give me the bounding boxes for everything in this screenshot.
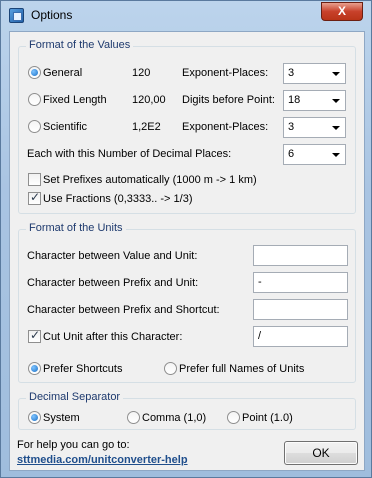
separator-point-label[interactable]: Point (1.0): [242, 412, 293, 424]
cut-unit-value: /: [258, 330, 262, 342]
set-prefixes-checkbox[interactable]: [28, 173, 41, 186]
scientific-radio[interactable]: [28, 120, 41, 133]
fixed-length-example: 120,00: [132, 94, 166, 106]
prefix-unit-label: Character between Prefix and Unit:: [27, 277, 199, 289]
separator-comma-radio[interactable]: [127, 411, 140, 424]
general-exponent-value: 3: [288, 67, 295, 79]
digits-before-point-select[interactable]: 18: [283, 90, 346, 111]
ok-button[interactable]: OK: [284, 441, 358, 465]
scientific-example: 1,2E2: [132, 121, 161, 133]
options-dialog: Options X Format of the Values General 1…: [0, 0, 372, 478]
chevron-down-icon: [332, 153, 340, 157]
value-unit-label: Character between Value and Unit:: [27, 250, 198, 262]
set-prefixes-label[interactable]: Set Prefixes automatically (1000 m -> 1 …: [43, 174, 257, 186]
separator-group-title: Decimal Separator: [26, 391, 124, 403]
general-radio[interactable]: [28, 66, 41, 79]
prefix-shortcut-input[interactable]: [253, 299, 348, 320]
general-example: 120: [132, 67, 151, 79]
window-title: Options: [31, 8, 73, 22]
cut-unit-checkbox[interactable]: [28, 328, 41, 343]
prefer-full-names-label[interactable]: Prefer full Names of Units: [179, 363, 304, 375]
prefer-shortcuts-label[interactable]: Prefer Shortcuts: [43, 363, 122, 375]
separator-group: Decimal Separator System Comma (1,0) Poi…: [18, 391, 356, 430]
prefix-unit-input[interactable]: -: [253, 272, 348, 293]
use-fractions-checkbox[interactable]: [28, 190, 41, 205]
app-icon: [9, 8, 24, 23]
prefer-shortcuts-radio[interactable]: [28, 362, 41, 375]
chevron-down-icon: [332, 99, 340, 103]
value-unit-input[interactable]: [253, 245, 348, 266]
use-fractions-label[interactable]: Use Fractions (0,3333.. -> 1/3): [43, 193, 192, 205]
scientific-exponent-select[interactable]: 3: [283, 117, 346, 138]
general-exponent-select[interactable]: 3: [283, 63, 346, 84]
scientific-setting-label: Exponent-Places:: [182, 121, 269, 133]
scientific-exponent-value: 3: [288, 121, 295, 133]
help-text: For help you can go to:: [17, 439, 130, 451]
title-bar[interactable]: Options X: [1, 1, 371, 31]
chevron-down-icon: [332, 126, 340, 130]
values-group-title: Format of the Values: [26, 39, 134, 51]
digits-before-point-value: 18: [288, 94, 301, 106]
chevron-down-icon: [332, 72, 340, 76]
values-group: Format of the Values General 120 Exponen…: [18, 39, 356, 214]
decimal-places-value: 6: [288, 148, 295, 160]
decimal-places-label: Each with this Number of Decimal Places:: [27, 148, 232, 160]
decimal-places-select[interactable]: 6: [283, 144, 346, 165]
prefix-shortcut-label: Character between Prefix and Shortcut:: [27, 304, 220, 316]
fixed-length-setting-label: Digits before Point:: [182, 94, 275, 106]
separator-system-radio[interactable]: [28, 411, 41, 424]
separator-comma-label[interactable]: Comma (1,0): [142, 412, 206, 424]
units-group: Format of the Units Character between Va…: [18, 222, 356, 383]
separator-point-radio[interactable]: [227, 411, 240, 424]
units-group-title: Format of the Units: [26, 222, 126, 234]
prefer-full-names-radio[interactable]: [164, 362, 177, 375]
dialog-content: Format of the Values General 120 Exponen…: [9, 31, 365, 471]
fixed-length-radio[interactable]: [28, 93, 41, 106]
cut-unit-label[interactable]: Cut Unit after this Character:: [43, 331, 182, 343]
close-button[interactable]: X: [321, 2, 363, 21]
general-label[interactable]: General: [43, 67, 82, 79]
fixed-length-label[interactable]: Fixed Length: [43, 94, 107, 106]
separator-system-label[interactable]: System: [43, 412, 80, 424]
scientific-label[interactable]: Scientific: [43, 121, 87, 133]
general-setting-label: Exponent-Places:: [182, 67, 269, 79]
cut-unit-input[interactable]: /: [253, 326, 348, 347]
prefix-unit-value: -: [258, 276, 262, 288]
help-link[interactable]: sttmedia.com/unitconverter-help: [17, 454, 188, 466]
